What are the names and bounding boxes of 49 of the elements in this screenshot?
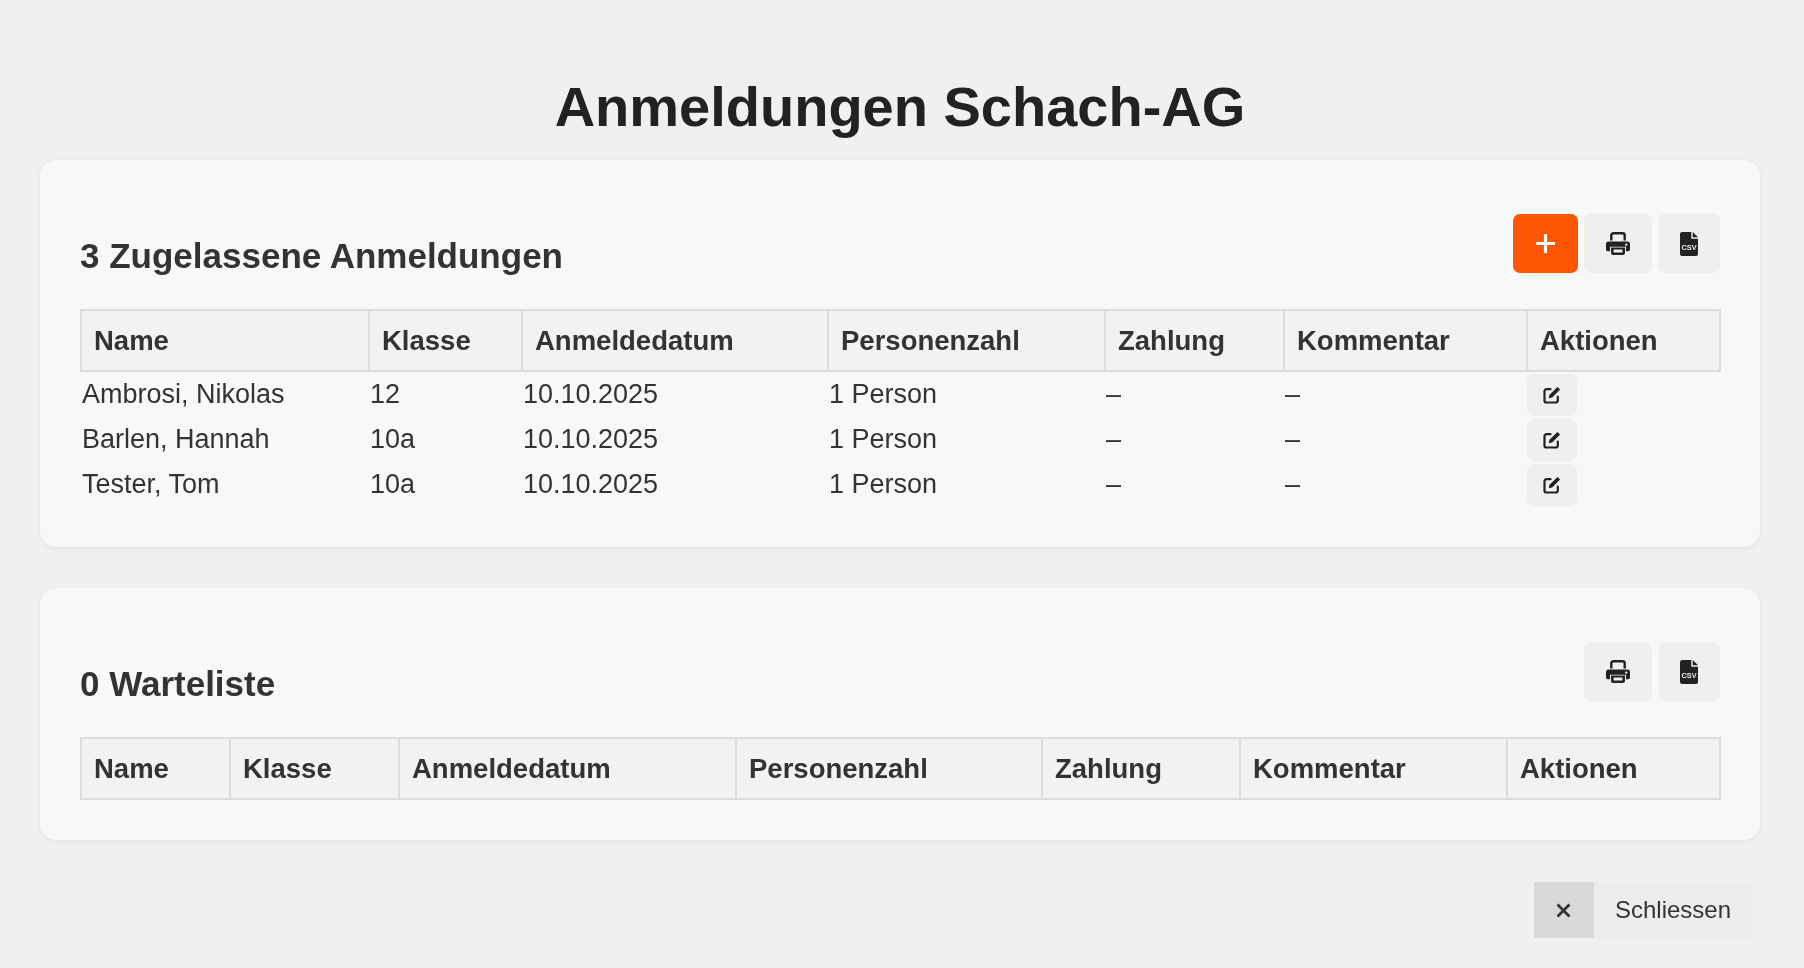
table-cell-text: – xyxy=(1105,468,1123,501)
table-cell-text: 10.10.2025 xyxy=(522,468,660,501)
plus-icon xyxy=(1536,234,1555,253)
table-cell: – xyxy=(1284,371,1527,417)
table-cell: Ambrosi, Nikolas xyxy=(81,371,369,417)
table-cell: – xyxy=(1284,462,1527,507)
edit-button[interactable] xyxy=(1527,463,1577,506)
printer-icon xyxy=(1606,232,1630,255)
column-header: Klasse xyxy=(369,310,522,371)
table-cell-text: Barlen, Hannah xyxy=(81,423,271,456)
page-title: Anmeldungen Schach-AG xyxy=(553,74,1247,140)
table-cell-text: 10.10.2025 xyxy=(522,423,660,456)
column-header: Zahlung xyxy=(1105,310,1284,371)
close-icon xyxy=(1533,882,1594,938)
column-header: Kommentar xyxy=(1284,310,1527,371)
column-header: Klasse xyxy=(230,738,399,799)
edit-icon xyxy=(1543,385,1561,404)
column-header: Personenzahl xyxy=(828,310,1105,371)
table-cell: 10.10.2025 xyxy=(522,371,828,417)
column-header: Personenzahl xyxy=(736,738,1042,799)
table-cell: 12 xyxy=(369,371,522,417)
close-button[interactable]: Schliessen xyxy=(1533,882,1753,938)
print-button[interactable] xyxy=(1584,214,1652,273)
edit-button[interactable] xyxy=(1527,373,1577,416)
table-cell: – xyxy=(1105,371,1284,417)
section-heading: 0 Warteliste xyxy=(80,663,276,705)
table-cell-text: – xyxy=(1105,423,1123,456)
column-header: Name xyxy=(81,738,230,799)
table-cell-text: 10a xyxy=(369,468,417,501)
column-header: Zahlung xyxy=(1042,738,1240,799)
table-cell-text: 1 Person xyxy=(828,423,939,456)
column-header: Name xyxy=(81,310,369,371)
section-heading: 3 Zugelassene Anmeldungen xyxy=(80,235,563,277)
edit-icon xyxy=(1543,430,1561,449)
table-cell: 1 Person xyxy=(828,371,1105,417)
column-header: Aktionen xyxy=(1527,310,1720,371)
table-cell-text: 10a xyxy=(369,423,417,456)
add-button[interactable] xyxy=(1513,214,1578,273)
print-button[interactable] xyxy=(1584,642,1652,701)
edit-icon xyxy=(1543,475,1561,494)
table-cell-text: Tester, Tom xyxy=(81,468,221,501)
column-header: Anmeldedatum xyxy=(522,310,828,371)
edit-button[interactable] xyxy=(1527,418,1577,461)
table-cell: – xyxy=(1284,417,1527,462)
table-cell-text: 1 Person xyxy=(828,468,939,501)
printer-icon xyxy=(1606,660,1630,683)
column-header: Kommentar xyxy=(1240,738,1507,799)
column-header: Anmeldedatum xyxy=(399,738,736,799)
column-header: Aktionen xyxy=(1507,738,1720,799)
